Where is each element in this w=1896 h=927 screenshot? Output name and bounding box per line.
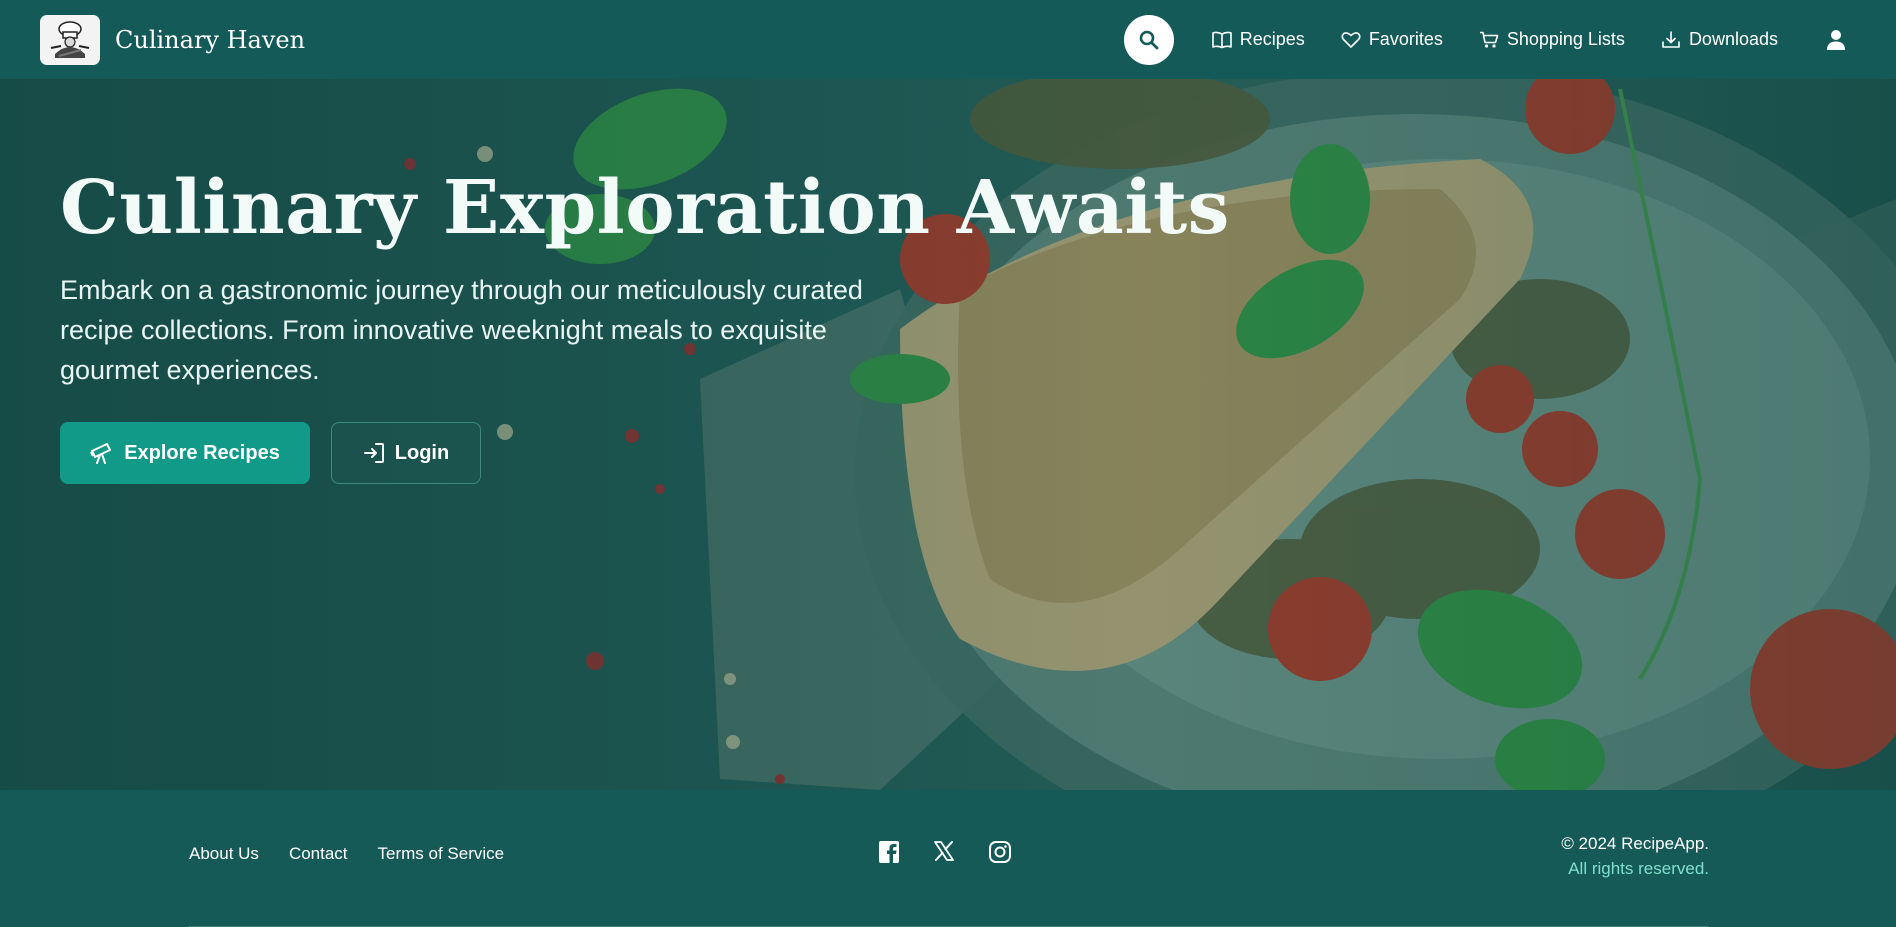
footer-link-contact[interactable]: Contact [289,844,348,864]
hero-subtitle: Embark on a gastronomic journey through … [60,275,863,385]
nav-favorites[interactable]: Favorites [1341,29,1443,50]
user-icon [1827,29,1845,50]
top-navbar: Culinary Haven Recipes Favorites Shoppin… [0,0,1896,79]
hero-title: Culinary Exploration Awaits [60,165,1230,251]
nav-shopping-lists[interactable]: Shopping Lists [1479,29,1625,50]
telescope-icon [90,443,112,464]
book-icon [1211,31,1232,48]
footer-link-terms[interactable]: Terms of Service [378,844,505,864]
search-icon [1139,30,1159,49]
copyright: © 2024 RecipeApp. All rights reserved. [1561,831,1709,881]
nav-downloads-label: Downloads [1688,29,1778,49]
x-icon[interactable] [933,840,955,864]
footer-links: About Us Contact Terms of Service [189,844,534,864]
login-icon [363,443,384,463]
explore-recipes-label: Explore Recipes [124,441,280,464]
download-icon [1662,30,1680,48]
nav-favorites-label: Favorites [1368,29,1443,49]
nav-downloads[interactable]: Downloads [1661,29,1778,50]
heart-icon [1341,31,1361,48]
cart-icon [1479,31,1499,48]
search-button[interactable] [1123,14,1174,65]
explore-recipes-button[interactable]: Explore Recipes [60,422,310,484]
main-nav: Recipes Favorites Shopping Lists Downloa… [1123,0,1896,79]
copyright-text: © 2024 RecipeApp. [1561,834,1709,853]
footer-link-about[interactable]: About Us [189,844,259,864]
brand-name: Culinary Haven [115,25,306,54]
rights-text: All rights reserved. [1568,859,1709,878]
nav-shopping-lists-label: Shopping Lists [1506,29,1625,49]
chef-logo-icon [40,14,100,65]
brand[interactable]: Culinary Haven [40,14,306,65]
nav-recipes[interactable]: Recipes [1211,29,1305,50]
login-button[interactable]: Login [331,422,481,484]
nav-recipes-label: Recipes [1239,29,1305,49]
facebook-icon[interactable] [878,840,900,864]
user-account-button[interactable] [1826,29,1846,51]
social-links [878,840,1045,864]
login-label: Login [394,441,450,464]
hero-section: Culinary Exploration Awaits Embark on a … [0,79,1896,790]
footer: About Us Contact Terms of Service © 2024… [0,790,1896,927]
instagram-icon[interactable] [988,840,1012,864]
